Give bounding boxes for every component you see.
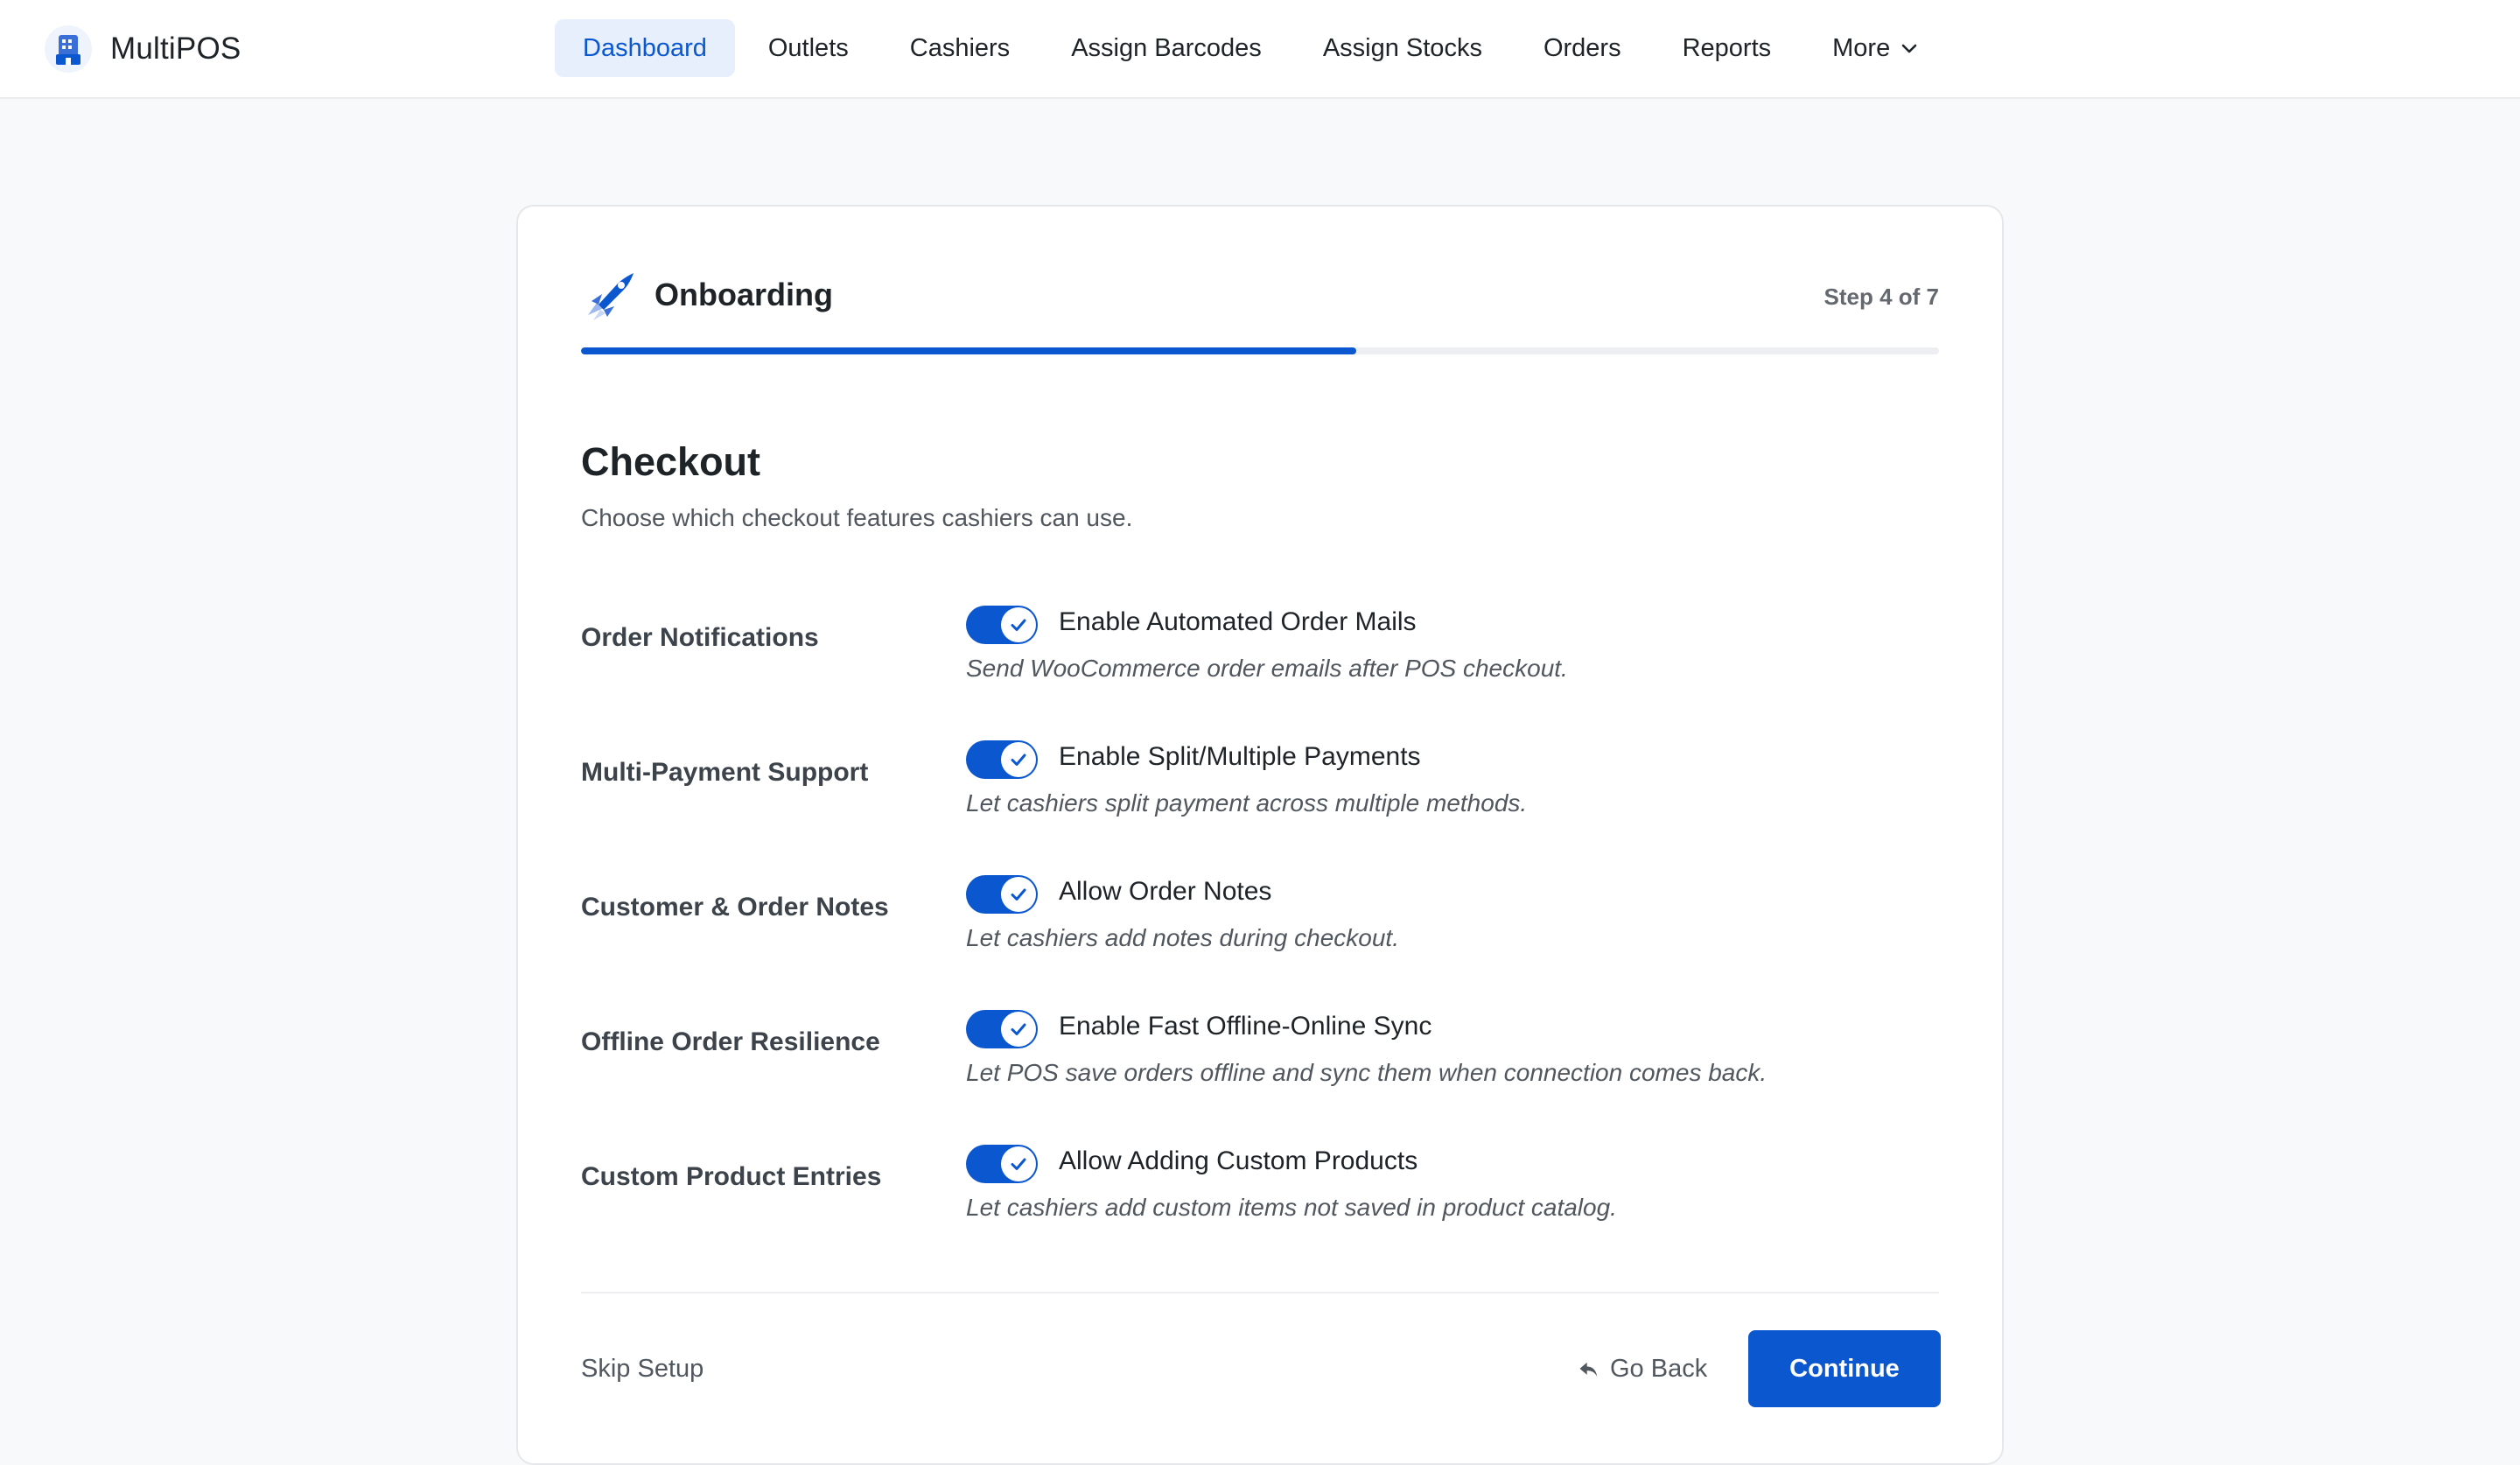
setting-help-text: Let cashiers add custom items not saved …	[966, 1194, 1617, 1221]
checkmark-icon	[1011, 888, 1026, 901]
footer-divider	[581, 1292, 1939, 1293]
onboarding-title: Onboarding	[654, 277, 833, 312]
onboarding-header: Onboarding Step 4 of 7	[581, 270, 1939, 322]
setting-help-text: Let cashiers add notes during checkout.	[966, 924, 1399, 951]
progress-fill	[581, 347, 1357, 354]
setting-order-notifications: Order Notifications Enable Automated Ord…	[581, 606, 1939, 711]
top-navigation-bar: MultiPOS Dashboard Outlets Cashiers Assi…	[0, 0, 2520, 99]
order-mails-toggle[interactable]	[966, 606, 1038, 644]
step-indicator: Step 4 of 7	[1824, 284, 1939, 310]
nav-item-cashiers[interactable]: Cashiers	[882, 19, 1038, 77]
onboarding-progress-bar	[581, 347, 1939, 354]
checkmark-icon	[1011, 1158, 1026, 1170]
brand[interactable]: MultiPOS	[44, 23, 241, 75]
continue-button[interactable]: Continue	[1748, 1330, 1941, 1407]
setting-multi-payment: Multi-Payment Support Enable Split/Multi…	[581, 740, 1939, 845]
setting-option-label: Enable Split/Multiple Payments	[1059, 742, 1421, 771]
order-notes-toggle[interactable]	[966, 875, 1038, 914]
setting-label: Customer & Order Notes	[581, 893, 889, 922]
rocket-icon	[588, 273, 634, 320]
main-nav: Dashboard Outlets Cashiers Assign Barcod…	[555, 19, 1948, 77]
skip-setup-link[interactable]: Skip Setup	[581, 1355, 704, 1384]
nav-more-label: More	[1832, 33, 1891, 62]
nav-item-more[interactable]: More	[1804, 19, 1948, 77]
nav-item-dashboard[interactable]: Dashboard	[555, 19, 735, 77]
go-back-label: Go Back	[1610, 1355, 1708, 1383]
offline-sync-toggle[interactable]	[966, 1010, 1038, 1048]
setting-order-notes: Customer & Order Notes Allow Order Notes…	[581, 875, 1939, 980]
toggle-knob	[1001, 877, 1036, 912]
setting-option-label: Enable Fast Offline-Online Sync	[1059, 1012, 1432, 1041]
nav-item-reports[interactable]: Reports	[1655, 19, 1800, 77]
setting-help-text: Send WooCommerce order emails after POS …	[966, 655, 1568, 682]
checkmark-icon	[1011, 1023, 1026, 1035]
setting-option-label: Allow Order Notes	[1059, 877, 1272, 906]
setting-help-text: Let POS save orders offline and sync the…	[966, 1059, 1768, 1086]
checkmark-icon	[1011, 619, 1026, 631]
section-title: Checkout	[581, 439, 761, 484]
setting-option-label: Allow Adding Custom Products	[1059, 1146, 1418, 1175]
setting-label: Custom Product Entries	[581, 1162, 882, 1191]
split-payments-toggle[interactable]	[966, 740, 1038, 779]
toggle-knob	[1001, 742, 1036, 777]
checkmark-icon	[1011, 754, 1026, 766]
setting-label: Multi-Payment Support	[581, 758, 869, 787]
toggle-knob	[1001, 1012, 1036, 1047]
onboarding-card: Onboarding Step 4 of 7 Checkout Choose w…	[516, 205, 2004, 1465]
go-back-button[interactable]: Go Back	[1577, 1355, 1707, 1384]
toggle-knob	[1001, 607, 1036, 642]
setting-offline-resilience: Offline Order Resilience Enable Fast Off…	[581, 1010, 1939, 1115]
setting-custom-products: Custom Product Entries Allow Adding Cust…	[581, 1145, 1939, 1250]
app-name: MultiPOS	[110, 32, 242, 66]
setting-option-label: Enable Automated Order Mails	[1059, 607, 1417, 636]
toggle-knob	[1001, 1146, 1036, 1181]
setting-help-text: Let cashiers split payment across multip…	[966, 789, 1528, 817]
nav-item-assign-barcodes[interactable]: Assign Barcodes	[1043, 19, 1290, 77]
nav-item-orders[interactable]: Orders	[1516, 19, 1649, 77]
setting-label: Offline Order Resilience	[581, 1027, 880, 1056]
reply-arrow-icon	[1579, 1362, 1598, 1377]
chevron-down-icon	[1901, 44, 1917, 53]
nav-item-assign-stocks[interactable]: Assign Stocks	[1295, 19, 1510, 77]
nav-item-outlets[interactable]: Outlets	[740, 19, 877, 77]
storefront-logo-icon	[45, 25, 92, 73]
custom-products-toggle[interactable]	[966, 1145, 1038, 1183]
setting-label: Order Notifications	[581, 623, 819, 652]
section-description: Choose which checkout features cashiers …	[581, 504, 1133, 531]
